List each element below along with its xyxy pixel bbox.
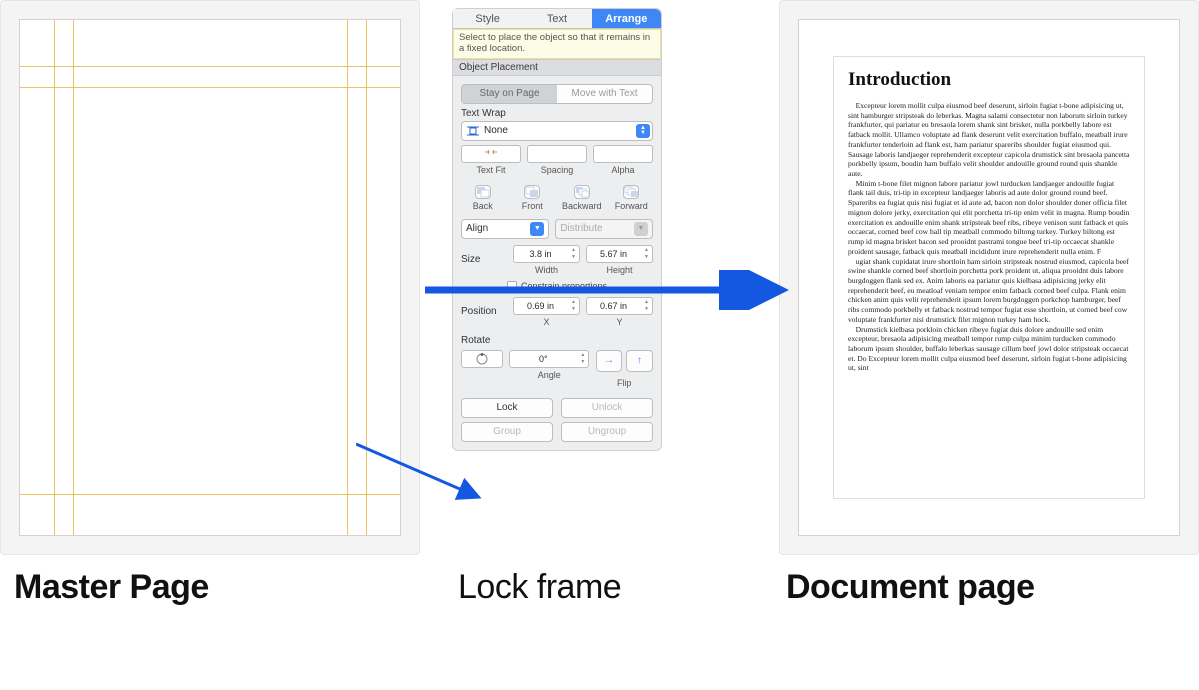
- document-page-canvas: Introduction Excepteur lorem mollit culp…: [798, 19, 1180, 536]
- text-fit-button[interactable]: [461, 145, 521, 163]
- chevron-down-icon: ▼: [634, 222, 648, 236]
- width-input[interactable]: 3.8 in▲▼: [513, 245, 580, 263]
- tooltip: Select to place the object so that it re…: [453, 29, 661, 59]
- angle-input[interactable]: 0°▲▼: [509, 350, 589, 368]
- stay-on-page-option[interactable]: Stay on Page: [462, 85, 557, 103]
- bring-forward-button[interactable]: [623, 185, 639, 199]
- back-label: Back: [473, 201, 493, 211]
- size-label: Size: [461, 254, 507, 265]
- chevron-down-icon: ▼: [530, 222, 544, 236]
- inspector-tabs: Style Text Arrange: [453, 9, 661, 29]
- object-placement-header: Object Placement: [453, 59, 661, 76]
- align-label: Align: [466, 223, 488, 234]
- send-to-back-button[interactable]: [475, 185, 491, 199]
- caption-master-page: Master Page: [14, 568, 209, 607]
- forward-label: Forward: [615, 201, 648, 211]
- distribute-dropdown[interactable]: Distribute ▼: [555, 219, 653, 239]
- text-frame: Introduction Excepteur lorem mollit culp…: [833, 56, 1145, 499]
- body-text: Excepteur lorem mollit culpa eiusmod bee…: [848, 101, 1130, 373]
- ungroup-button[interactable]: Ungroup: [561, 422, 653, 442]
- text-wrap-label: Text Wrap: [461, 108, 653, 119]
- text-wrap-icon: [466, 125, 480, 137]
- tab-style[interactable]: Style: [453, 9, 522, 29]
- angle-label: Angle: [538, 370, 561, 380]
- front-label: Front: [522, 201, 543, 211]
- format-inspector-panel: Style Text Arrange Select to place the o…: [452, 8, 662, 451]
- alpha-label: Alpha: [611, 165, 634, 175]
- master-page-canvas: [19, 19, 401, 536]
- text-wrap-select[interactable]: None ▲▼: [461, 121, 653, 141]
- tab-text[interactable]: Text: [522, 9, 591, 29]
- flip-vertical-button[interactable]: ↑: [626, 350, 652, 372]
- caption-lock-frame: Lock frame: [458, 568, 621, 607]
- text-wrap-value: None: [484, 125, 508, 136]
- lock-button[interactable]: Lock: [461, 398, 553, 418]
- chevron-down-icon: ▲▼: [636, 124, 650, 138]
- tab-arrange[interactable]: Arrange: [592, 9, 661, 29]
- arrow-to-lock: [356, 442, 486, 512]
- backward-label: Backward: [562, 201, 602, 211]
- height-input[interactable]: 5.67 in▲▼: [586, 245, 653, 263]
- move-with-text-option[interactable]: Move with Text: [557, 85, 652, 103]
- x-label: X: [543, 317, 549, 327]
- spacing-input[interactable]: [527, 145, 587, 163]
- send-backward-button[interactable]: [574, 185, 590, 199]
- rotate-label: Rotate: [461, 335, 653, 346]
- align-dropdown[interactable]: Align ▼: [461, 219, 549, 239]
- flip-horizontal-button[interactable]: →: [596, 350, 622, 372]
- document-page-thumbnail: Introduction Excepteur lorem mollit culp…: [779, 0, 1199, 555]
- unlock-button[interactable]: Unlock: [561, 398, 653, 418]
- rotate-dial[interactable]: [461, 350, 503, 368]
- text-fit-label: Text Fit: [476, 165, 505, 175]
- arrow-to-document: [425, 270, 795, 310]
- bring-to-front-button[interactable]: [524, 185, 540, 199]
- page-title: Introduction: [848, 69, 1130, 91]
- y-label: Y: [616, 317, 622, 327]
- spacing-label: Spacing: [541, 165, 574, 175]
- group-button[interactable]: Group: [461, 422, 553, 442]
- alpha-input[interactable]: [593, 145, 653, 163]
- object-placement-segment[interactable]: Stay on Page Move with Text: [461, 84, 653, 104]
- flip-label: Flip: [595, 378, 653, 388]
- caption-document-page: Document page: [786, 568, 1035, 607]
- distribute-label: Distribute: [560, 223, 602, 234]
